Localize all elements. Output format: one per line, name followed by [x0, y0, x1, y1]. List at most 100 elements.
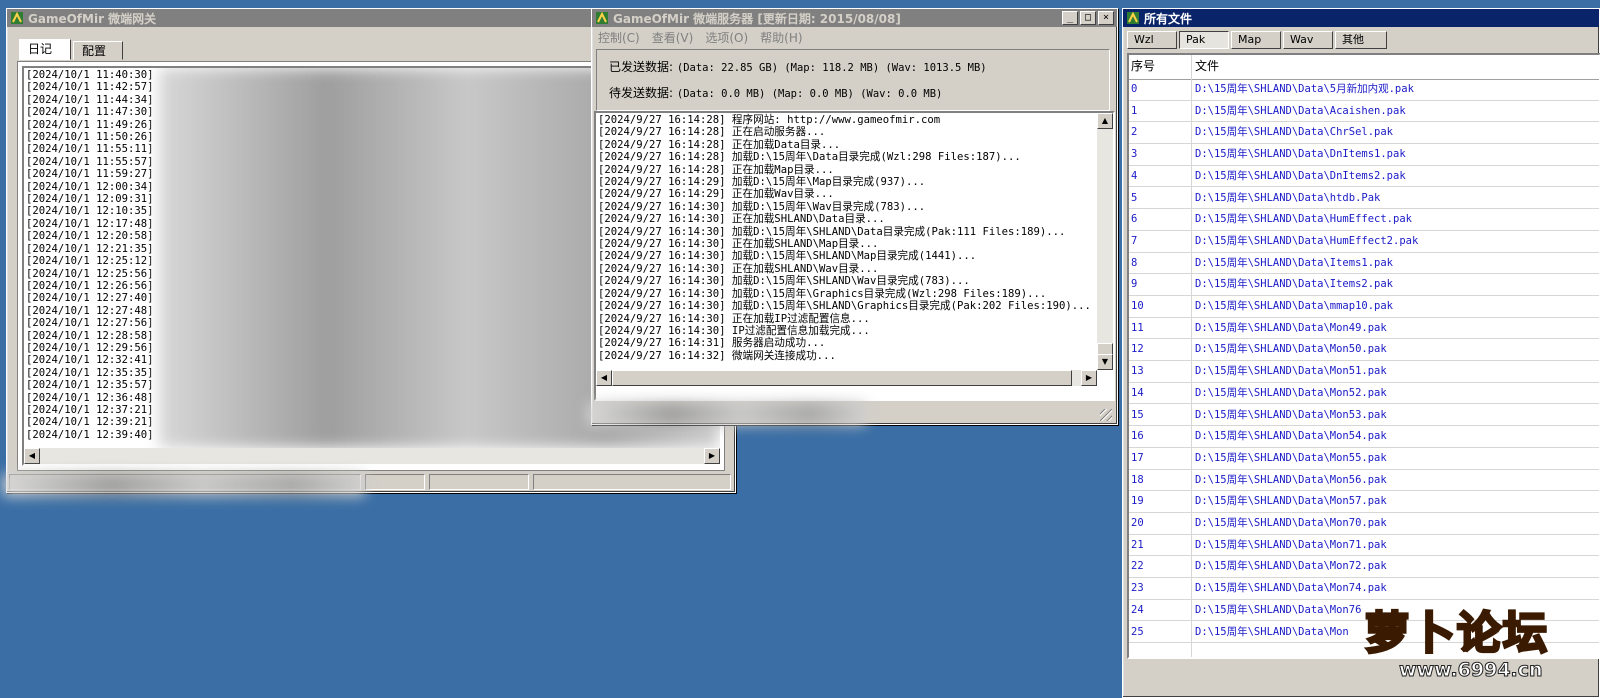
file-path: D:\15周年\SHLAND\Data\Mon76: [1195, 603, 1362, 616]
column-header-file[interactable]: 文件: [1195, 55, 1219, 78]
file-row[interactable]: 1 D:\15周年\SHLAND\Data\Acaishen.pak: [1129, 101, 1599, 123]
file-index: 8: [1131, 256, 1138, 269]
file-row[interactable]: 11 D:\15周年\SHLAND\Data\Mon49.pak: [1129, 318, 1599, 340]
file-row[interactable]: 4 D:\15周年\SHLAND\Data\DnItems2.pak: [1129, 166, 1599, 188]
server-statusbar: [588, 403, 1114, 425]
scroll-right-button[interactable]: ▶: [1081, 370, 1097, 386]
log-line: [2024/10/1 12:27:56]: [26, 317, 154, 330]
log-line: [2024/9/27 16:14:28] 正在加载Data目录...: [598, 138, 841, 151]
scroll-left-button[interactable]: ◀: [596, 370, 612, 386]
server-log-area[interactable]: [2024/9/27 16:14:28] 程序网站: http://www.ga…: [594, 111, 1115, 401]
files-tabs: Wzl Pak Map Wav 其他: [1127, 29, 1597, 53]
log-line: [2024/10/1 12:00:34]: [26, 180, 154, 193]
server-log-list: [2024/9/27 16:14:28] 程序网站: http://www.ga…: [598, 114, 1091, 362]
file-row[interactable]: 0 D:\15周年\SHLAND\Data\5月新加内观.pak: [1129, 79, 1599, 101]
maximize-button[interactable]: □: [1080, 11, 1096, 25]
file-row[interactable]: 14 D:\15周年\SHLAND\Data\Mon52.pak: [1129, 383, 1599, 405]
file-row[interactable]: 12 D:\15周年\SHLAND\Data\Mon50.pak: [1129, 339, 1599, 362]
tab-map[interactable]: Map: [1231, 31, 1281, 49]
server-hscrollbar[interactable]: ◀ ▶: [596, 370, 1097, 386]
log-line: [2024/9/27 16:14:28] 加载D:\15周年\Data目录完成(…: [598, 151, 1021, 164]
file-row[interactable]: 13 D:\15周年\SHLAND\Data\Mon51.pak: [1129, 361, 1599, 383]
log-line: [2024/9/27 16:14:29] 正在加载Wav目录...: [598, 188, 834, 201]
file-path: D:\15周年\SHLAND\Data\Items1.pak: [1195, 256, 1394, 269]
log-line: [2024/10/1 12:27:48]: [26, 304, 154, 317]
file-row[interactable]: 2 D:\15周年\SHLAND\Data\ChrSel.pak: [1129, 122, 1599, 145]
file-row[interactable]: 16 D:\15周年\SHLAND\Data\Mon54.pak: [1129, 426, 1599, 448]
log-line: [2024/9/27 16:14:30] 正在加载SHLAND\Map目录...: [598, 238, 879, 251]
resize-grip-icon[interactable]: [1100, 409, 1112, 421]
log-line: [2024/10/1 12:36:48]: [26, 391, 154, 404]
log-line: [2024/10/1 12:35:57]: [26, 379, 154, 392]
tab-log[interactable]: 日记: [19, 39, 71, 60]
file-row[interactable]: 7 D:\15周年\SHLAND\Data\HumEffect2.pak: [1129, 231, 1599, 253]
scroll-left-button[interactable]: ◀: [24, 448, 40, 464]
log-line: [2024/9/27 16:14:29] 加载D:\15周年\Map目录完成(9…: [598, 176, 926, 189]
log-line: [2024/10/1 12:28:58]: [26, 329, 154, 342]
minimize-button[interactable]: _: [1062, 11, 1078, 25]
menu-help[interactable]: 帮助(H): [760, 29, 802, 46]
file-index: 25: [1131, 625, 1144, 638]
scroll-right-button[interactable]: ▶: [704, 448, 720, 464]
file-index: 15: [1131, 408, 1144, 421]
log-line: [2024/10/1 12:25:12]: [26, 255, 154, 268]
tab-config[interactable]: 配置: [73, 41, 123, 60]
log-line: [2024/9/27 16:14:30] 加载D:\15周年\SHLAND\Gr…: [598, 300, 1091, 313]
files-window: 所有文件 Wzl Pak Map Wav 其他 序号 文件 0 D:\15周年\S…: [1122, 8, 1600, 698]
files-titlebar[interactable]: 所有文件: [1123, 9, 1599, 27]
log-line: [2024/9/27 16:14:28] 正在启动服务器...: [598, 126, 826, 139]
close-button[interactable]: ×: [1098, 11, 1114, 25]
file-row[interactable]: 17 D:\15周年\SHLAND\Data\Mon55.pak: [1129, 448, 1599, 470]
gateway-tabs: 日记 配置: [19, 39, 419, 63]
file-index: 11: [1131, 321, 1144, 334]
file-row[interactable]: 8 D:\15周年\SHLAND\Data\Items1.pak: [1129, 253, 1599, 275]
files-list[interactable]: 序号 文件 0 D:\15周年\SHLAND\Data\5月新加内观.pak 1 D:…: [1127, 53, 1600, 659]
tab-pak[interactable]: Pak: [1179, 31, 1229, 49]
column-header-index[interactable]: 序号: [1131, 55, 1155, 78]
file-path: D:\15周年\SHLAND\Data\Mon49.pak: [1195, 321, 1387, 334]
file-row[interactable]: 22 D:\15周年\SHLAND\Data\Mon72.pak: [1129, 556, 1599, 579]
file-row[interactable]: 15 D:\15周年\SHLAND\Data\Mon53.pak: [1129, 405, 1599, 427]
file-row[interactable]: 19 D:\15周年\SHLAND\Data\Mon57.pak: [1129, 491, 1599, 513]
status-cell-3: [429, 474, 529, 490]
scroll-thumb[interactable]: [612, 370, 1072, 386]
log-line: [2024/9/27 16:14:30] 正在加载SHLAND\Data目录..…: [598, 213, 885, 226]
log-line: [2024/9/27 16:14:30] 加载D:\15周年\SHLAND\Da…: [598, 225, 1066, 238]
log-line: [2024/9/27 16:14:31] 服务器启动成功...: [598, 337, 826, 350]
file-row[interactable]: 3 D:\15周年\SHLAND\Data\DnItems1.pak: [1129, 144, 1599, 166]
gateway-hscrollbar[interactable]: ◀ ▶: [24, 448, 720, 464]
log-line: [2024/10/1 12:35:35]: [26, 366, 154, 379]
forum-watermark: 萝卜论坛 www.6994.cn: [1364, 597, 1600, 693]
file-path: D:\15周年\SHLAND\Data\Mon72.pak: [1195, 560, 1387, 573]
file-index: 17: [1131, 451, 1144, 464]
file-index: 7: [1131, 234, 1138, 247]
log-line: [2024/10/1 11:40:30]: [26, 69, 154, 81]
file-row[interactable]: 18 D:\15周年\SHLAND\Data\Mon56.pak: [1129, 470, 1599, 492]
file-row[interactable]: 9 D:\15周年\SHLAND\Data\Items2.pak: [1129, 274, 1599, 296]
scroll-down-button[interactable]: ▼: [1097, 354, 1113, 370]
tab-other[interactable]: 其他: [1335, 31, 1387, 49]
file-row[interactable]: 5 D:\15周年\SHLAND\Data\htdb.Pak: [1129, 188, 1599, 210]
server-titlebar[interactable]: GameOfMir 微端服务器 [更新日期: 2015/08/08] _ □ ×: [592, 9, 1117, 27]
watermark-url: www.6994.cn: [1399, 659, 1544, 682]
server-vscrollbar[interactable]: ▲ ▼: [1097, 113, 1113, 370]
file-row[interactable]: 21 D:\15周年\SHLAND\Data\Mon71.pak: [1129, 535, 1599, 557]
tab-wav[interactable]: Wav: [1283, 31, 1333, 49]
file-index: 9: [1131, 278, 1138, 291]
log-line: [2024/9/27 16:14:30] 正在加载SHLAND\Wav目录...: [598, 262, 879, 275]
menu-options[interactable]: 选项(O): [705, 29, 748, 46]
scroll-up-button[interactable]: ▲: [1097, 113, 1113, 129]
file-path: D:\15周年\SHLAND\Data\Mon51.pak: [1195, 365, 1387, 378]
file-index: 21: [1131, 538, 1144, 551]
menu-control[interactable]: 控制(C): [598, 29, 640, 46]
pending-data-label: 待发送数据:: [609, 86, 674, 100]
log-line: [2024/10/1 12:10:35]: [26, 205, 154, 218]
menu-view[interactable]: 查看(V): [652, 29, 694, 46]
log-line: [2024/10/1 12:27:40]: [26, 292, 154, 305]
file-row[interactable]: 20 D:\15周年\SHLAND\Data\Mon70.pak: [1129, 513, 1599, 535]
tab-wzl[interactable]: Wzl: [1127, 31, 1177, 49]
log-line: [2024/10/1 12:21:35]: [26, 242, 154, 255]
log-line: [2024/9/27 16:14:30] IP过滤配置信息加载完成...: [598, 324, 870, 337]
file-row[interactable]: 6 D:\15周年\SHLAND\Data\HumEffect.pak: [1129, 209, 1599, 231]
file-row[interactable]: 10 D:\15周年\SHLAND\Data\mmap10.pak: [1129, 296, 1599, 318]
